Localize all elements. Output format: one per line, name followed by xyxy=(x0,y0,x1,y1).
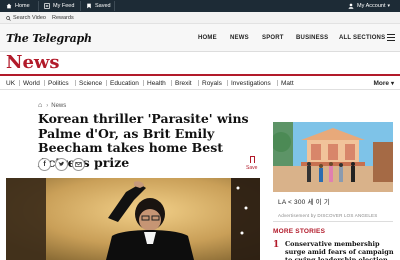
section-title[interactable]: News xyxy=(6,52,60,74)
bookmark-icon xyxy=(87,3,91,9)
my-account-label: My Account xyxy=(357,3,386,9)
section-header: News xyxy=(0,52,400,74)
breadcrumb: ⌂ › News xyxy=(38,101,66,110)
email-icon xyxy=(75,162,82,167)
main-nav-news[interactable]: NEWS xyxy=(230,24,249,52)
rewards-link[interactable]: Rewards xyxy=(52,12,74,24)
divider xyxy=(198,80,199,86)
section-nav-more[interactable]: More ▾ xyxy=(373,76,394,90)
my-feed-link[interactable]: My Feed xyxy=(44,0,74,12)
section-nav-politics[interactable]: Politics xyxy=(48,76,69,90)
facebook-icon: f xyxy=(43,161,46,168)
saved-link[interactable]: Saved xyxy=(86,0,111,12)
site-logo[interactable]: The Telegraph xyxy=(6,32,92,45)
save-label: Save xyxy=(246,165,258,171)
divider xyxy=(277,80,278,86)
search-icon xyxy=(6,15,11,21)
feed-icon xyxy=(44,3,50,9)
more-label: More xyxy=(373,79,389,87)
chevron-right-icon: › xyxy=(46,102,49,109)
video-label: Video xyxy=(32,15,46,21)
story-link[interactable]: Conservative membership surge amid fears… xyxy=(285,240,397,260)
masthead: The Telegraph HOME NEWS SPORT BUSINESS A… xyxy=(0,24,400,52)
divider xyxy=(80,1,81,11)
main-nav-all-sections[interactable]: ALL SECTIONS xyxy=(339,24,385,52)
divider xyxy=(273,221,393,222)
divider xyxy=(227,80,228,86)
ad-caption: LA < 300 세 이 기 xyxy=(278,199,331,206)
bookmark-icon xyxy=(250,156,255,163)
los-angeles-ad-photo xyxy=(273,122,393,192)
video-link[interactable]: Video xyxy=(32,12,46,24)
more-stories-heading: MORE STORIES xyxy=(273,228,326,235)
main-nav-business[interactable]: BUSINESS xyxy=(296,24,328,52)
chevron-down-icon: ▾ xyxy=(387,3,390,9)
section-nav-brexit[interactable]: Brexit xyxy=(175,76,192,90)
home-icon xyxy=(6,3,12,9)
my-feed-label: My Feed xyxy=(53,3,75,9)
story-number: 1 xyxy=(273,240,280,250)
divider xyxy=(106,80,107,86)
divider xyxy=(19,80,20,86)
section-nav-royals[interactable]: Royals xyxy=(202,76,222,90)
chevron-down-icon: ▾ xyxy=(390,80,394,87)
my-account-menu[interactable]: My Account ▾ xyxy=(348,0,390,12)
hamburger-menu-icon[interactable] xyxy=(387,34,395,41)
divider xyxy=(44,80,45,86)
top-utility-bar: Home My Feed Saved My Account ▾ xyxy=(0,0,400,12)
divider xyxy=(143,80,144,86)
divider xyxy=(75,80,76,86)
section-nav-investigations[interactable]: Investigations xyxy=(231,76,271,90)
section-nav-education[interactable]: Education xyxy=(110,76,139,90)
save-article-button[interactable]: Save xyxy=(246,156,260,174)
saved-label: Saved xyxy=(95,3,111,9)
section-nav: UK World Politics Science Education Heal… xyxy=(0,76,400,90)
home-icon[interactable]: ⌂ xyxy=(38,102,42,109)
twitter-icon xyxy=(58,161,65,167)
secondary-bar: Search Video Rewards xyxy=(0,12,400,24)
section-nav-uk[interactable]: UK xyxy=(6,76,15,90)
main-nav-home[interactable]: HOME xyxy=(198,24,217,52)
home-link[interactable]: Home xyxy=(6,0,30,12)
search-link[interactable]: Search xyxy=(6,12,30,24)
divider xyxy=(114,1,115,11)
section-nav-health[interactable]: Health xyxy=(147,76,166,90)
divider xyxy=(38,1,39,11)
section-nav-world[interactable]: World xyxy=(23,76,40,90)
email-share-button[interactable] xyxy=(72,158,85,171)
advertisement-image[interactable] xyxy=(273,122,393,192)
home-link-label: Home xyxy=(15,3,30,9)
article-headline: Korean thriller 'Parasite' wins Palme d'… xyxy=(38,111,249,170)
user-icon xyxy=(348,3,354,9)
advertisement-label: Advertisement by DISCOVER LOS ANGELES xyxy=(278,213,378,218)
twitter-share-button[interactable] xyxy=(55,158,68,171)
search-label: Search xyxy=(13,15,31,21)
section-nav-science[interactable]: Science xyxy=(79,76,102,90)
facebook-share-button[interactable]: f xyxy=(38,158,51,171)
divider xyxy=(171,80,172,86)
main-nav-sport[interactable]: SPORT xyxy=(262,24,284,52)
section-nav-matt[interactable]: Matt xyxy=(281,76,294,90)
breadcrumb-news[interactable]: News xyxy=(51,103,66,109)
rewards-label: Rewards xyxy=(52,15,74,21)
article-hero-image xyxy=(6,178,260,260)
hero-photo xyxy=(6,178,260,260)
